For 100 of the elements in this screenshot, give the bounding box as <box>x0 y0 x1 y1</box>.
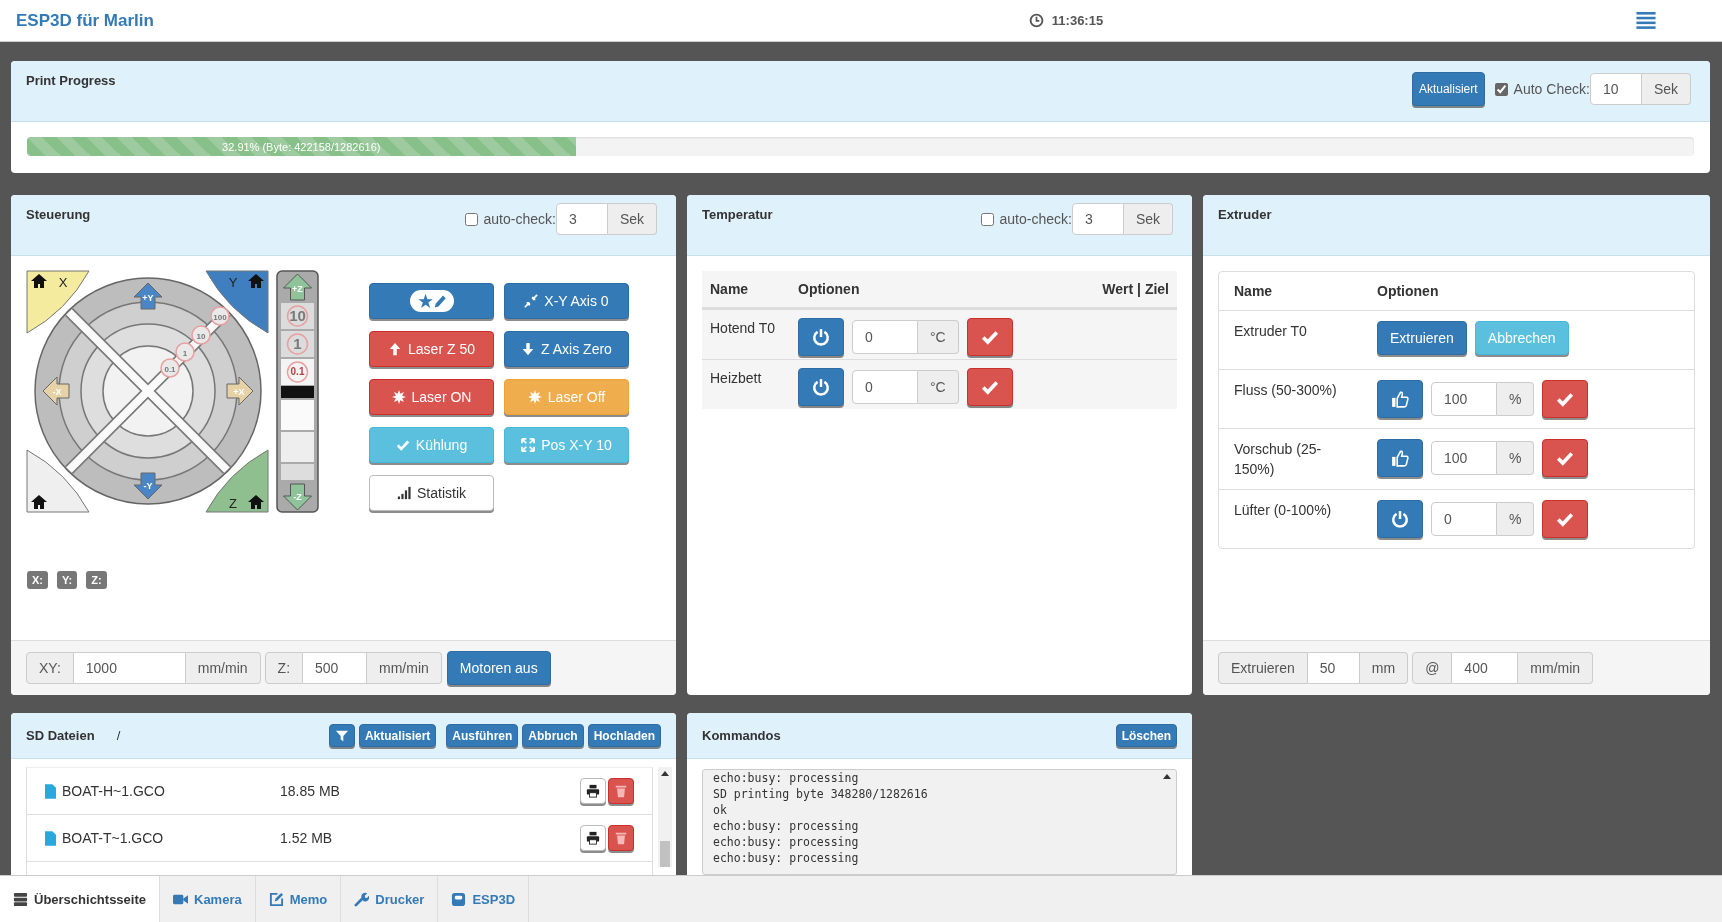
input-field[interactable]: 3 <box>1071 203 1124 235</box>
jog-arrow-button[interactable]: +Y <box>133 282 163 310</box>
setting-name: Fluss (50-300%) <box>1234 381 1338 400</box>
set-button[interactable] <box>1542 380 1589 418</box>
printer-icon <box>586 784 600 798</box>
set-button[interactable] <box>1542 500 1589 538</box>
check-icon <box>1556 390 1575 408</box>
trash-icon <box>614 831 628 845</box>
panel-title: Steuerung <box>26 207 91 222</box>
checkbox[interactable] <box>1494 82 1508 96</box>
print-button[interactable] <box>580 778 606 804</box>
column-header: Optionen <box>798 281 861 297</box>
field-label: @ <box>1412 652 1453 684</box>
home-button[interactable]: Z <box>205 449 269 513</box>
log-line: echo:busy: processing <box>713 834 860 850</box>
column-header: Wert | Ziel <box>1102 281 1169 297</box>
clock-time: 11:36:15 <box>1051 13 1104 28</box>
file-name: BOAT-T~1.GCO <box>62 830 165 846</box>
check-icon <box>980 378 999 396</box>
clear-button[interactable]: Löschen <box>1115 724 1177 747</box>
panel-title: Extruder <box>1218 207 1272 222</box>
refresh-button[interactable]: Aktualisiert <box>1411 72 1485 106</box>
control-button[interactable]: X-Y Axis 0 <box>504 283 629 319</box>
unit-label: °C <box>918 370 959 404</box>
arrow-down-icon <box>521 342 536 356</box>
star-pencil-icon <box>407 290 456 312</box>
check-icon <box>395 438 410 452</box>
home-button[interactable] <box>26 449 90 513</box>
extrude-button[interactable]: Extruieren <box>1377 321 1467 355</box>
input-field[interactable]: 100 <box>1431 441 1497 475</box>
star-pencil-button[interactable] <box>369 283 494 319</box>
log-line: echo:busy: processing <box>713 850 860 866</box>
thumbs-up-button[interactable] <box>1377 439 1423 477</box>
check-icon <box>1556 510 1575 528</box>
filter-button[interactable] <box>328 724 355 747</box>
toolbar-button[interactable]: Aktualisiert <box>358 724 437 747</box>
input-field[interactable]: 0 <box>852 320 918 354</box>
checkbox-label: Auto Check: <box>1513 81 1590 97</box>
set-button[interactable] <box>966 368 1013 406</box>
home-button[interactable]: X <box>26 270 90 334</box>
app-title: ESP3D für Marlin <box>16 10 155 31</box>
column-header: Name <box>710 281 750 297</box>
input-field[interactable]: 0 <box>852 370 918 404</box>
panel-title: Print Progress <box>26 73 116 88</box>
control-button[interactable]: Z Axis Zero <box>504 331 629 367</box>
set-button[interactable] <box>1542 439 1589 477</box>
wrench-icon <box>354 891 370 907</box>
check-icon <box>980 328 999 346</box>
input-field[interactable]: 50 <box>1307 652 1360 684</box>
file-icon <box>45 783 56 799</box>
power-icon <box>1391 510 1409 528</box>
control-button[interactable]: Laser ON <box>369 379 494 415</box>
thumbs-up-button[interactable] <box>1377 380 1423 418</box>
position-label: Z: <box>86 571 107 589</box>
panel-title: SD Dateien <box>26 728 95 743</box>
nav-tab[interactable]: Überschichtsseite <box>0 876 160 922</box>
toolbar-button[interactable]: Ausführen <box>446 724 519 747</box>
power-button[interactable] <box>798 368 844 406</box>
setting-name: Vorschub (25-150%) <box>1234 440 1323 479</box>
z-jog-strip[interactable]: +Z 10 1 0.1 -Z <box>276 270 319 513</box>
power-button[interactable] <box>1377 500 1423 538</box>
unit-label: Sek <box>607 203 657 235</box>
control-button[interactable]: Laser Z 50 <box>369 331 494 367</box>
unit-label: % <box>1497 502 1535 536</box>
scrollbar[interactable] <box>658 767 672 867</box>
toolbar-button[interactable]: Abbruch <box>522 724 584 747</box>
power-button[interactable] <box>798 318 844 356</box>
file-name: BOAT-H~1.GCO <box>62 783 166 799</box>
field-label: Z: <box>264 652 304 684</box>
heater-name: Hotend T0 <box>710 319 777 336</box>
power-icon <box>812 328 830 346</box>
input-field[interactable]: 100 <box>1431 382 1497 416</box>
checkbox-label: auto-check: <box>483 211 556 227</box>
input-field[interactable]: 10 <box>1589 73 1642 105</box>
menu-icon[interactable] <box>1636 12 1656 29</box>
set-button[interactable] <box>966 318 1013 356</box>
heater-name: Heizbett <box>710 369 763 386</box>
expand-arrows-icon <box>521 438 536 452</box>
setting-name: Lüfter (0-100%) <box>1234 501 1333 520</box>
input-field[interactable]: 1000 <box>73 652 186 684</box>
checkbox[interactable] <box>980 212 994 226</box>
log-line: echo:busy: processing <box>713 818 860 834</box>
motors-off-button[interactable]: Motoren aus <box>446 651 551 685</box>
log-line: SD printing byte 348280/1282616 <box>713 786 929 802</box>
compress-arrows-icon <box>524 294 539 308</box>
unit-label: mm/min <box>367 652 442 684</box>
checkbox-label: auto-check: <box>999 211 1072 227</box>
print-button[interactable] <box>580 825 606 851</box>
unit-label: Sek <box>1123 203 1173 235</box>
control-button[interactable]: Statistik <box>369 475 494 511</box>
input-field[interactable]: 400 <box>1452 652 1519 684</box>
input-field[interactable]: 500 <box>303 652 368 684</box>
input-field[interactable]: 0 <box>1431 502 1497 536</box>
checkbox[interactable] <box>464 212 478 226</box>
toolbar-button[interactable]: Hochladen <box>587 724 661 747</box>
field-label: XY: <box>26 652 74 684</box>
filter-icon <box>334 728 349 743</box>
input-field[interactable]: 3 <box>555 203 608 235</box>
jog-arrow-button[interactable]: -Y <box>133 472 163 500</box>
folder-path: / <box>116 728 121 743</box>
